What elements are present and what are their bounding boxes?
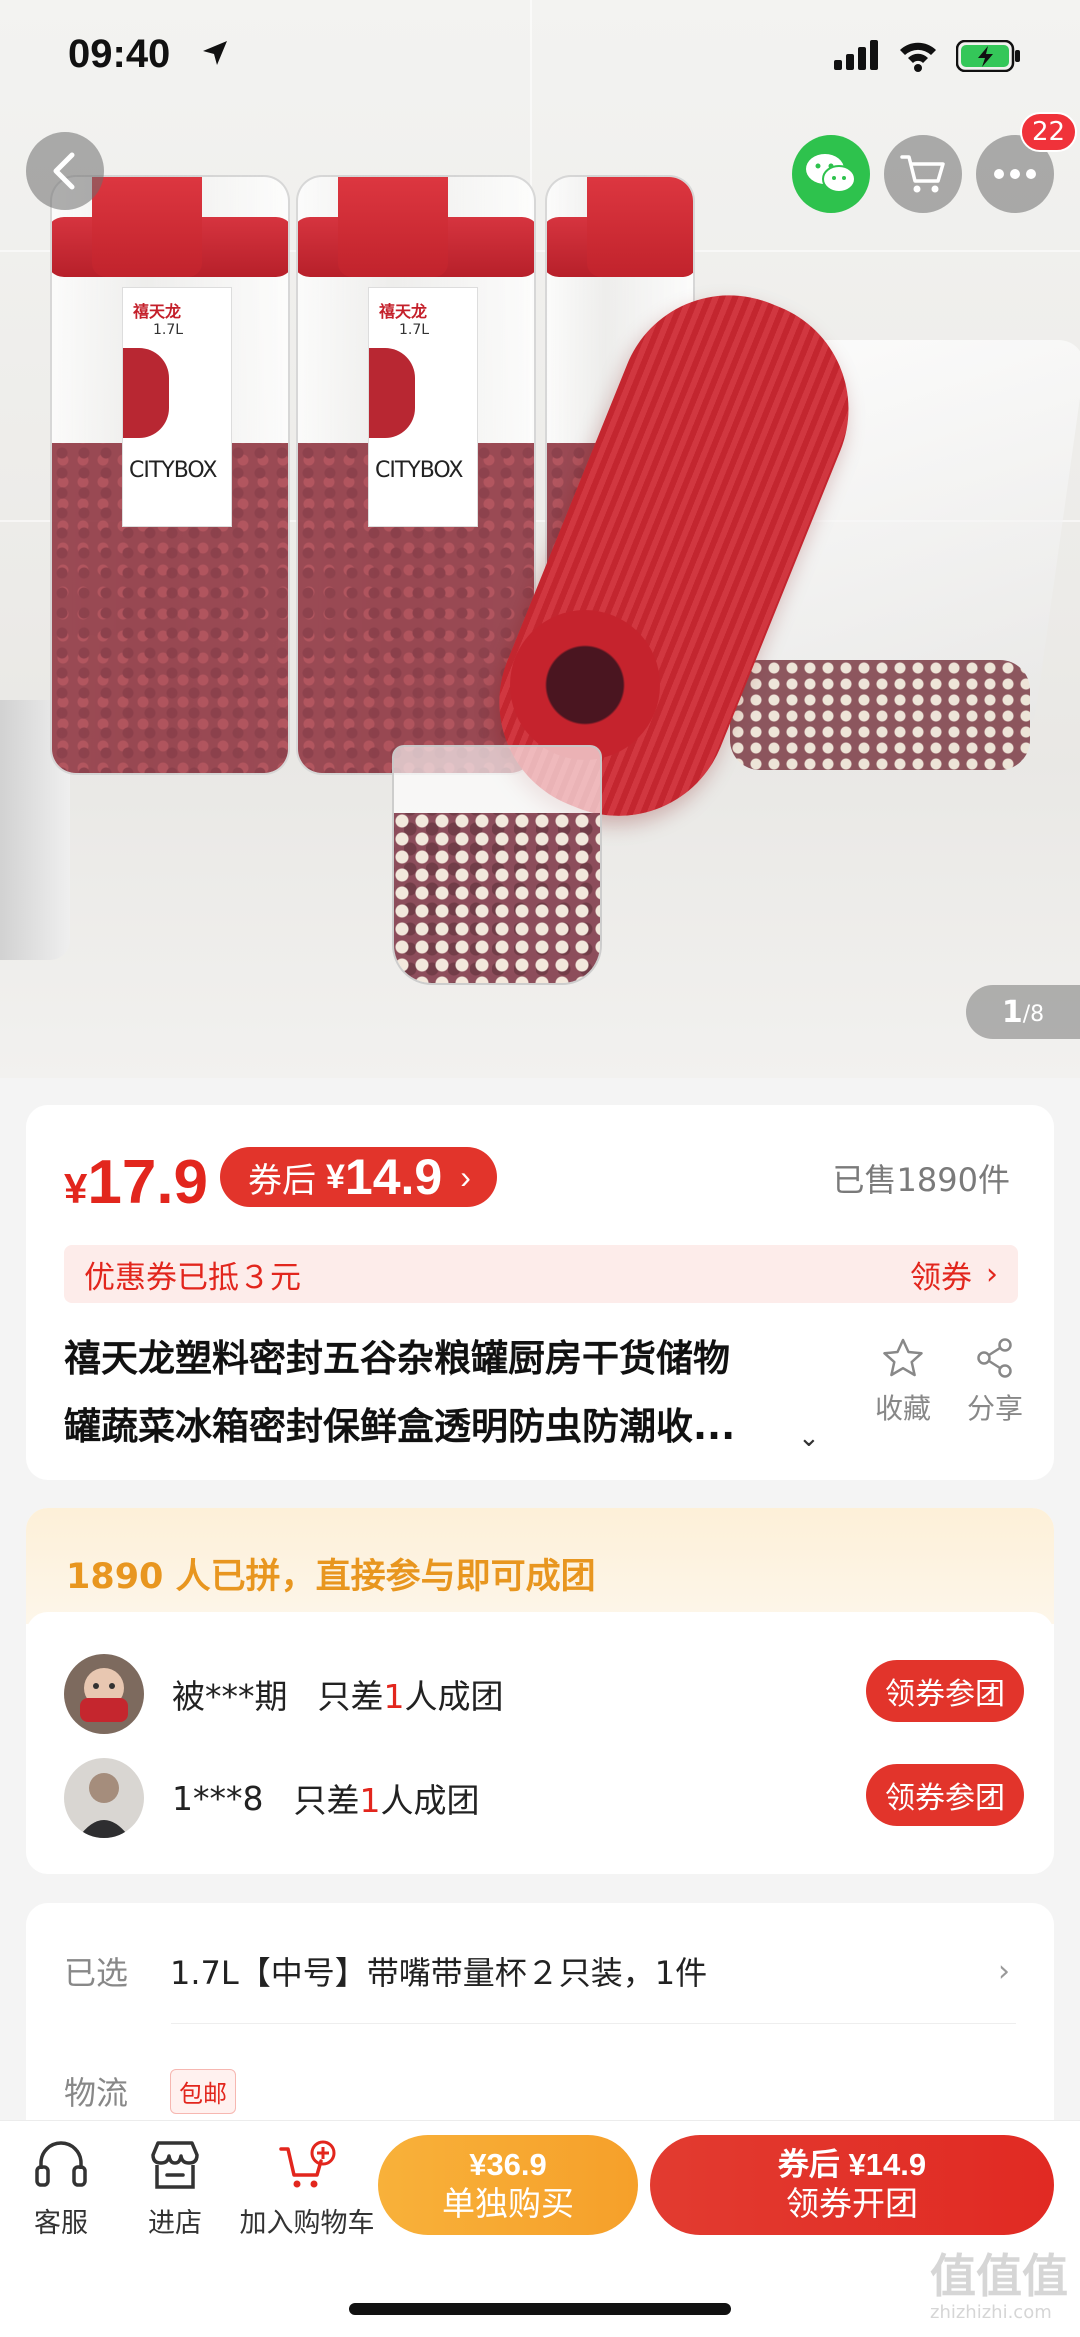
notification-badge: 22 [1020, 112, 1078, 152]
share-label: 分享 [966, 1392, 1023, 1425]
product-title[interactable]: 禧天龙塑料密封五谷杂粮罐厨房干货储物 罐蔬菜冰箱密封保鲜盒透明防虫防潮收... [64, 1325, 834, 1461]
wifi-icon [900, 42, 936, 72]
get-coupon-link[interactable]: 领券 [910, 1252, 972, 1297]
join-group-button[interactable]: 领券参团 [866, 1764, 1024, 1826]
group-user-name: 被***期 [172, 1677, 288, 1716]
battery-charging-icon [956, 40, 1020, 72]
share-button[interactable]: 分享 [950, 1337, 1040, 1427]
cart-button[interactable] [884, 135, 962, 213]
selected-key: 已选 [64, 1954, 129, 1992]
share-icon [977, 1338, 1012, 1378]
coupon-price-label: 券后 [248, 1161, 316, 1200]
jar-capacity-text: 1.7L [153, 322, 184, 338]
buy-alone-price: ¥36.9 [469, 2147, 547, 2182]
status-time: 09:40 [68, 32, 171, 76]
avatar [64, 1654, 144, 1734]
join-group-button[interactable]: 领券参团 [866, 1660, 1024, 1722]
chevron-right-icon: › [460, 1158, 471, 1195]
add-to-cart-label: 加入购物车 [239, 2208, 375, 2239]
free-shipping-tag: 包邮 [170, 2068, 236, 2114]
buy-alone-button[interactable]: ¥36.9 单独购买 [378, 2135, 638, 2235]
currency-symbol: ¥ [64, 1165, 88, 1212]
group-row: 被***期 只差1人成团 领券参团 [64, 1654, 1024, 1734]
group-need-text: 只差1人成团 [317, 1677, 504, 1716]
selected-value: 1.7L【中号】带嘴带量杯２只装，1件 [170, 1954, 708, 1992]
watermark: 值值值 zhizhizhi.com [930, 2240, 1068, 2323]
divider [171, 2023, 1016, 2024]
home-indicator[interactable] [349, 2303, 731, 2315]
chevron-right-icon: › [998, 1953, 1010, 1989]
chevron-down-icon[interactable]: ⌄ [798, 1423, 820, 1453]
chevron-left-icon [53, 152, 75, 190]
avatar [64, 1758, 144, 1838]
product-title-line1: 禧天龙塑料密封五谷杂粮罐厨房干货储物 [64, 1337, 730, 1380]
jar-logo-text: CITYBOX [129, 458, 217, 483]
watermark-url: zhizhizhi.com [930, 2302, 1052, 2323]
image-counter-current: 1 [1001, 994, 1023, 1030]
logistics-key: 物流 [64, 2074, 129, 2112]
buy-alone-label: 单独购买 [442, 2185, 574, 2222]
coupon-price-value: 14.9 [344, 1149, 443, 1205]
group-buy-header: 1890 人已拼，直接参与即可成团 [26, 1508, 1054, 1624]
group-row: 1***8 只差1人成团 领券参团 [64, 1758, 1024, 1838]
start-group-price: 券后 ¥14.9 [777, 2147, 927, 2182]
measuring-cup [392, 745, 602, 985]
jar-logo-text: CITYBOX [375, 458, 463, 483]
chevron-right-icon: › [986, 1256, 998, 1292]
wechat-icon [806, 154, 856, 193]
headset-icon [35, 2141, 87, 2187]
jar-capacity-text: 1.7L [399, 322, 430, 338]
group-buy-list: 被***期 只差1人成团 领券参团 1***8 只差1人成团 领券参团 [26, 1612, 1054, 1874]
start-group-button[interactable]: 券后 ¥14.9 领券开团 [650, 2135, 1054, 2235]
logistics-row[interactable]: 物流 包邮 [64, 2061, 1016, 2121]
favorite-button[interactable]: 收藏 [858, 1337, 948, 1427]
wechat-share-button[interactable] [792, 135, 870, 213]
cellular-signal-icon [834, 40, 878, 70]
star-icon [883, 1338, 923, 1377]
spec-card: 已选 1.7L【中号】带嘴带量杯２只装，1件 › 物流 包邮 [26, 1903, 1054, 2143]
coupon-strip[interactable]: 优惠券已抵３元 领券 › [64, 1245, 1018, 1303]
add-cart-icon [279, 2140, 336, 2188]
image-counter: 1 /8 [966, 985, 1080, 1039]
group-need-text: 只差1人成团 [293, 1781, 480, 1820]
group-user-name: 1***8 [172, 1778, 264, 1818]
customer-service-label: 客服 [34, 2208, 88, 2239]
watermark-text: 值值值 [930, 2249, 1068, 2303]
product-title-line2: 罐蔬菜冰箱密封保鲜盒透明防虫防潮收... [64, 1405, 736, 1448]
store-icon [151, 2141, 199, 2189]
jar-brand-text: 禧天龙 [133, 302, 182, 321]
customer-service-button[interactable]: 客服 [16, 2139, 106, 2240]
selected-spec-row[interactable]: 已选 1.7L【中号】带嘴带量杯２只装，1件 › [64, 1941, 1016, 2001]
store-button[interactable]: 进店 [130, 2139, 220, 2240]
coupon-applied-text: 优惠券已抵３元 [84, 1259, 301, 1296]
price-card: ¥ 17.9 券后 ¥ 14.9 › 已售1890件 优惠券已抵３元 领券 › … [26, 1105, 1054, 1480]
start-group-label: 领券开团 [786, 2185, 918, 2222]
favorite-label: 收藏 [874, 1392, 931, 1425]
currency-symbol: ¥ [326, 1157, 345, 1196]
coupon-price-pill[interactable]: 券后 ¥ 14.9 › [220, 1147, 497, 1207]
jar-brand-text: 禧天龙 [379, 302, 428, 321]
add-to-cart-button[interactable]: 加入购物车 [236, 2139, 378, 2240]
status-bar: 09:40 [0, 0, 1080, 118]
cart-icon [900, 155, 945, 193]
image-counter-total: /8 [1022, 1001, 1045, 1027]
original-price: ¥ 17.9 [64, 1147, 208, 1218]
price-value: 17.9 [87, 1148, 209, 1217]
tilted-storage-jar [466, 262, 1080, 850]
sold-count: 已售1890件 [832, 1161, 1010, 1199]
location-arrow-icon [203, 41, 227, 65]
back-button[interactable] [26, 132, 104, 210]
group-buy-card: 1890 人已拼，直接参与即可成团 被***期 只差1人成团 领券参团 1***… [26, 1508, 1054, 1874]
store-label: 进店 [148, 2208, 202, 2239]
storage-jar: 禧天龙 1.7L CITYBOX [50, 175, 290, 775]
more-dots-icon [994, 169, 1036, 179]
